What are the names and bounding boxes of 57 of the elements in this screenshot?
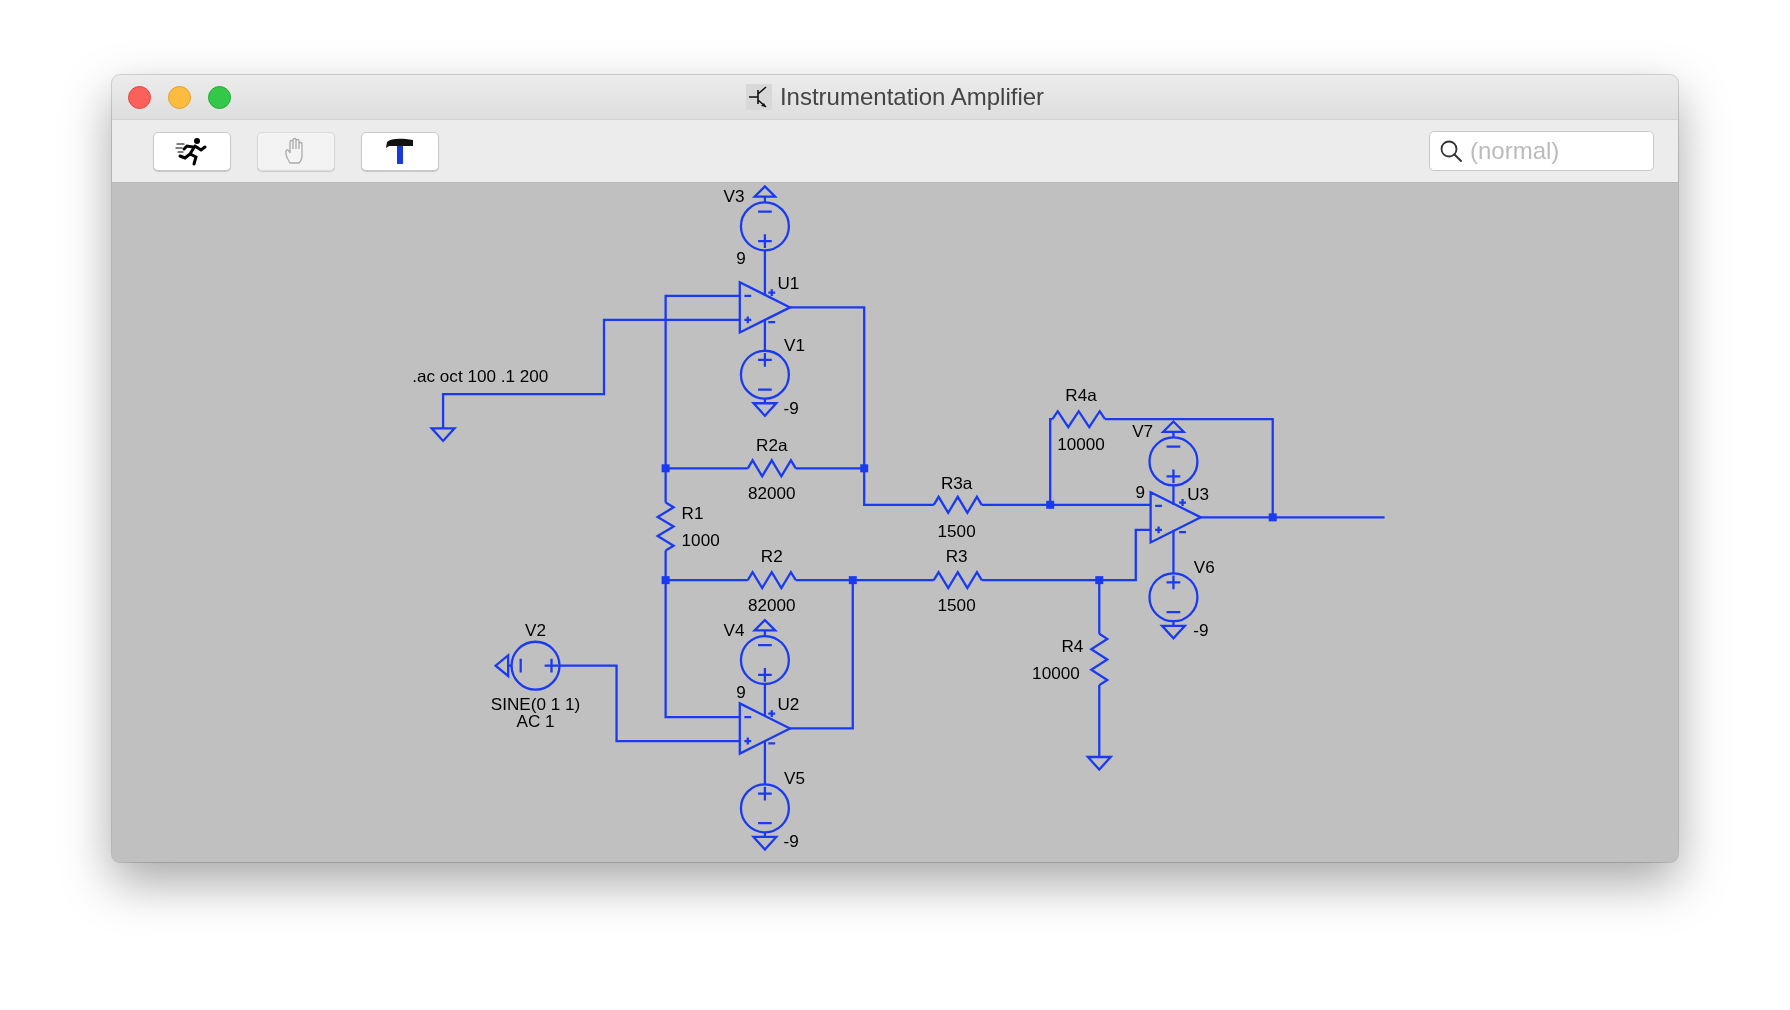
component-value: 10000 (1032, 664, 1080, 684)
resistor-symbol (932, 569, 983, 591)
component-label: U2 (777, 695, 800, 715)
component-value: SINE(0 1 1) (490, 695, 581, 715)
component-value: 9 (736, 682, 746, 702)
resistor-symbol (746, 458, 797, 479)
component-value: 1500 (937, 595, 976, 615)
ground-symbol (1085, 755, 1114, 772)
wire (1172, 529, 1175, 574)
spice-directive: .ac oct 100 .1 200 (412, 366, 549, 386)
component-label: U3 (1187, 485, 1209, 505)
component-label: R2a (756, 436, 788, 456)
wire (763, 684, 767, 716)
component-label: V1 (784, 335, 806, 355)
component-value: -9 (1193, 621, 1209, 641)
component-value: 1500 (937, 521, 976, 541)
wire (763, 319, 767, 351)
component-label: V6 (1193, 558, 1215, 578)
toolbar-button[interactable] (153, 131, 231, 171)
component-label: V3 (723, 187, 745, 207)
component-label: R2 (760, 546, 783, 566)
component-value: 9 (1135, 482, 1146, 502)
minimize-button[interactable] (168, 85, 191, 109)
component-label: V5 (784, 769, 806, 789)
component-label: R4a (1065, 385, 1097, 405)
component-label: V7 (1132, 422, 1154, 442)
zoom-button[interactable] (208, 85, 231, 109)
toolbar-button[interactable] (361, 131, 439, 171)
component-value: 1000 (681, 530, 720, 550)
resistor-symbol (746, 569, 797, 591)
component-value: 9 (736, 249, 746, 268)
component-value: 82000 (747, 484, 796, 504)
resistor-symbol (1051, 409, 1106, 430)
component-label: R3 (945, 546, 968, 566)
resistor-symbol (1089, 632, 1110, 687)
component-value: -9 (783, 398, 799, 418)
component-value: AC 1 (516, 712, 555, 732)
component-label: V4 (723, 621, 745, 641)
transistor-icon (745, 84, 772, 110)
component-label: R1 (681, 503, 704, 523)
resistor-symbol (655, 501, 676, 552)
resistor-symbol (932, 494, 983, 515)
component-value: -9 (783, 832, 799, 852)
window-title: Instrumentation Amplifier (779, 83, 1045, 111)
component-label: R3a (940, 473, 973, 493)
component-label: V2 (525, 621, 546, 641)
component-label: U1 (777, 274, 800, 294)
component-label: R4 (1061, 637, 1084, 656)
search-field[interactable]: (normal) (1429, 131, 1654, 171)
voltage-source-symbol (494, 640, 561, 691)
wire (763, 250, 767, 295)
running-figure-icon (175, 136, 209, 166)
ground-symbol (429, 427, 458, 443)
component-value: 10000 (1057, 435, 1105, 455)
close-button[interactable] (128, 85, 151, 109)
wire (763, 741, 767, 785)
component-value: 82000 (747, 595, 796, 615)
